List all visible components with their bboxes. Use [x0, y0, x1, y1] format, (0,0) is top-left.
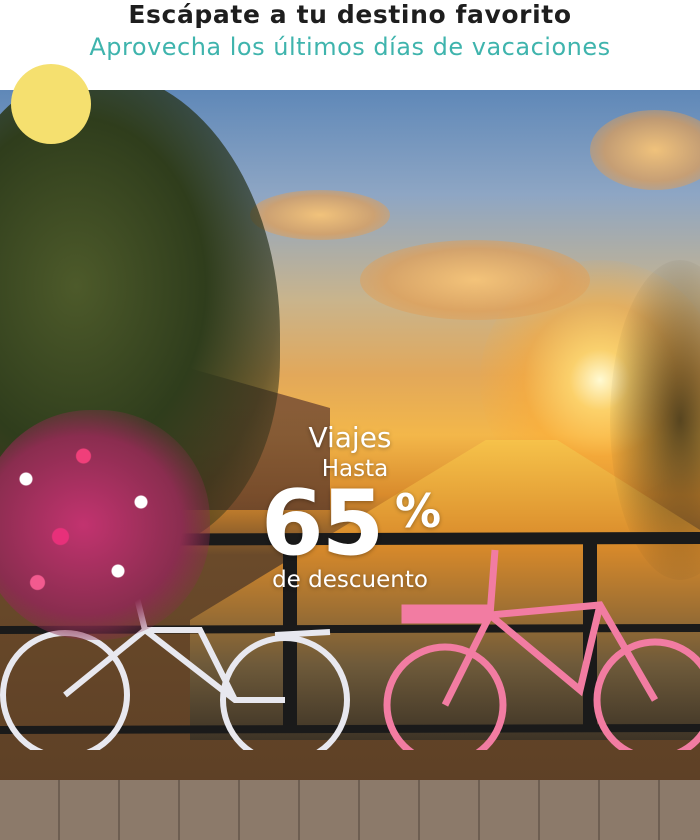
- pavement: [0, 780, 700, 840]
- discount-value: 65: [261, 471, 384, 576]
- header: Escápate a tu destino favorito Aprovecha…: [0, 0, 700, 90]
- promo-discount: 65 %: [250, 476, 450, 572]
- promo-overlay: Viajes Hasta 65 % de descuento: [250, 420, 450, 594]
- promo-title: Viajes: [308, 421, 392, 454]
- headline: Escápate a tu destino favorito: [128, 0, 572, 29]
- flower-basket: [0, 410, 210, 640]
- cloud: [590, 110, 700, 190]
- hero-photo: Viajes Hasta 65 % de descuento: [0, 90, 700, 840]
- subheadline: Aprovecha los últimos días de vacaciones: [89, 33, 611, 61]
- cloud: [250, 190, 390, 240]
- discount-unit: %: [395, 484, 442, 538]
- cloud: [360, 240, 590, 320]
- yellow-circle-decoration: [11, 64, 91, 144]
